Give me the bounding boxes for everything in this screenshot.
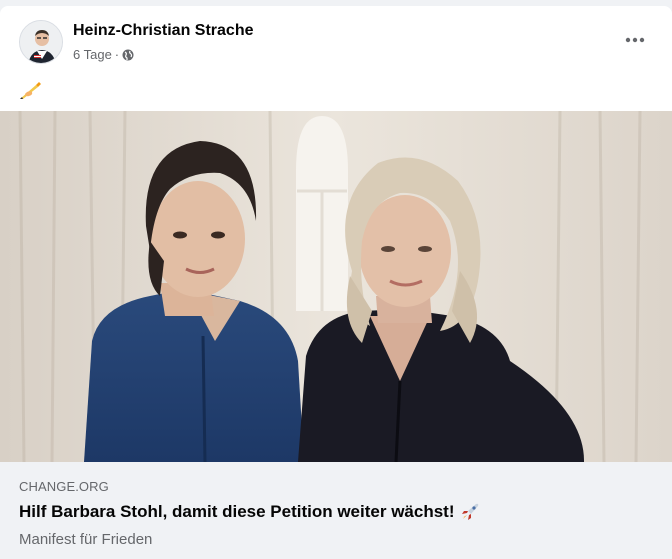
avatar-image bbox=[20, 21, 62, 63]
post-time[interactable]: 6 Tage bbox=[73, 47, 112, 62]
author-name[interactable]: Heinz-Christian Strache bbox=[73, 22, 253, 40]
writing-hand-icon bbox=[19, 80, 41, 100]
link-description: Manifest für Frieden bbox=[19, 531, 153, 548]
link-title[interactable]: Hilf Barbara Stohl, damit diese Petition… bbox=[19, 502, 480, 522]
post-header: Heinz-Christian Strache 6 Tage · bbox=[0, 6, 672, 76]
post-card: Heinz-Christian Strache 6 Tage · CHANGE.… bbox=[0, 6, 672, 559]
rocket-icon bbox=[460, 502, 480, 522]
post-image[interactable] bbox=[0, 111, 672, 462]
link-domain: CHANGE.ORG bbox=[19, 479, 109, 494]
post-meta: 6 Tage · bbox=[73, 47, 134, 62]
link-preview[interactable]: CHANGE.ORG Hilf Barbara Stohl, damit die… bbox=[0, 462, 672, 559]
link-title-text: Hilf Barbara Stohl, damit diese Petition… bbox=[19, 502, 455, 521]
globe-icon[interactable] bbox=[122, 49, 134, 61]
more-options-icon[interactable] bbox=[622, 30, 648, 50]
author-avatar[interactable] bbox=[19, 20, 63, 64]
meta-separator: · bbox=[114, 47, 120, 62]
